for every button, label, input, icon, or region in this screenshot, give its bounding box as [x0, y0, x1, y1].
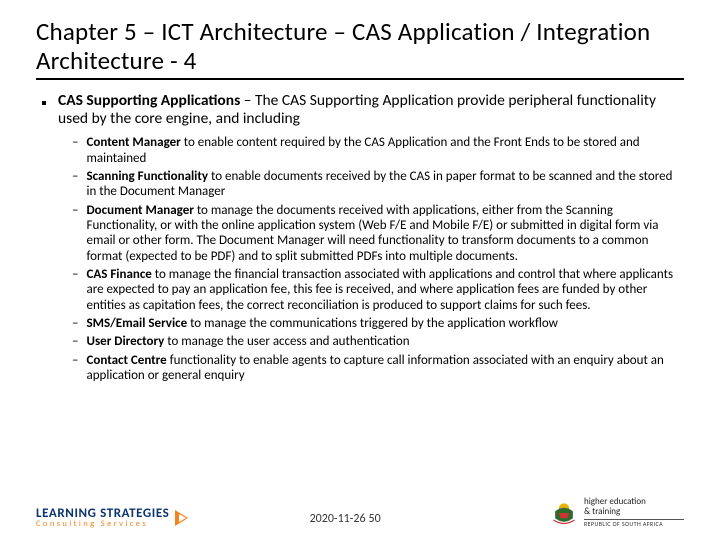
sub-text: User Directory to manage the user access… [86, 334, 409, 349]
sub-bold: Content Manager [86, 135, 180, 150]
sub-text: Scanning Functionality to enable documen… [86, 169, 684, 200]
list-item: –Document Manager to manage the document… [72, 203, 684, 264]
sub-bold: SMS/Email Service [86, 316, 187, 331]
sub-rest: to manage the communications triggered b… [187, 316, 558, 331]
bullet-text: CAS Supporting Applications – The CAS Su… [58, 92, 684, 130]
bullet-lead-bold: CAS Supporting Applications [58, 91, 240, 110]
sub-text: CAS Finance to manage the financial tran… [86, 267, 684, 313]
sub-bold: Scanning Functionality [86, 169, 208, 184]
sub-text: Content Manager to enable content requir… [86, 135, 684, 166]
bullet-dot-icon [42, 101, 46, 105]
sub-text: Contact Centre functionality to enable a… [86, 353, 684, 384]
list-item: –User Directory to manage the user acces… [72, 334, 684, 349]
dash-icon: – [72, 135, 78, 166]
slide-title: Chapter 5 – ICT Architecture – CAS Appli… [36, 18, 684, 80]
list-item: –Contact Centre functionality to enable … [72, 353, 684, 384]
list-item: –CAS Finance to manage the financial tra… [72, 267, 684, 313]
list-item: –SMS/Email Service to manage the communi… [72, 316, 684, 331]
ls-line2: Consulting Services [36, 520, 169, 528]
het-line2: & training [584, 507, 684, 517]
sub-bold: CAS Finance [86, 267, 151, 282]
sub-bold: Contact Centre [86, 353, 166, 368]
dash-icon: – [72, 169, 78, 200]
slide-body: CAS Supporting Applications – The CAS Su… [36, 92, 684, 384]
sub-text: Document Manager to manage the documents… [86, 203, 684, 264]
het-subline: REPUBLIC OF SOUTH AFRICA [584, 520, 684, 528]
sub-bold: User Directory [86, 334, 164, 349]
list-item: –Content Manager to enable content requi… [72, 135, 684, 166]
dash-icon: – [72, 203, 78, 264]
ls-logo-text: LEARNING STRATEGIES Consulting Services [36, 508, 169, 528]
dash-icon: – [72, 353, 78, 384]
sub-rest: to manage the financial transaction asso… [86, 267, 673, 313]
sub-text: SMS/Email Service to manage the communic… [86, 316, 557, 331]
het-text-block: higher education & training REPUBLIC OF … [584, 497, 684, 528]
sub-rest: functionality to enable agents to captur… [86, 353, 663, 383]
sub-bullet-list: –Content Manager to enable content requi… [72, 135, 684, 383]
bullet-level1: CAS Supporting Applications – The CAS Su… [42, 92, 684, 130]
list-item: –Scanning Functionality to enable docume… [72, 169, 684, 200]
higher-education-logo: higher education & training REPUBLIC OF … [550, 497, 684, 528]
slide: Chapter 5 – ICT Architecture – CAS Appli… [0, 0, 720, 540]
slide-footer: LEARNING STRATEGIES Consulting Services … [36, 508, 684, 528]
triangle-icon [175, 510, 188, 526]
dash-icon: – [72, 267, 78, 313]
dash-icon: – [72, 334, 78, 349]
sub-bold: Document Manager [86, 203, 193, 218]
learning-strategies-logo: LEARNING STRATEGIES Consulting Services [36, 508, 188, 528]
crest-icon [550, 499, 578, 527]
sub-rest: to manage the user access and authentica… [164, 334, 409, 349]
footer-date: 2020-11-26 [310, 512, 366, 526]
page-number: 50 [369, 512, 381, 526]
dash-icon: – [72, 316, 78, 331]
